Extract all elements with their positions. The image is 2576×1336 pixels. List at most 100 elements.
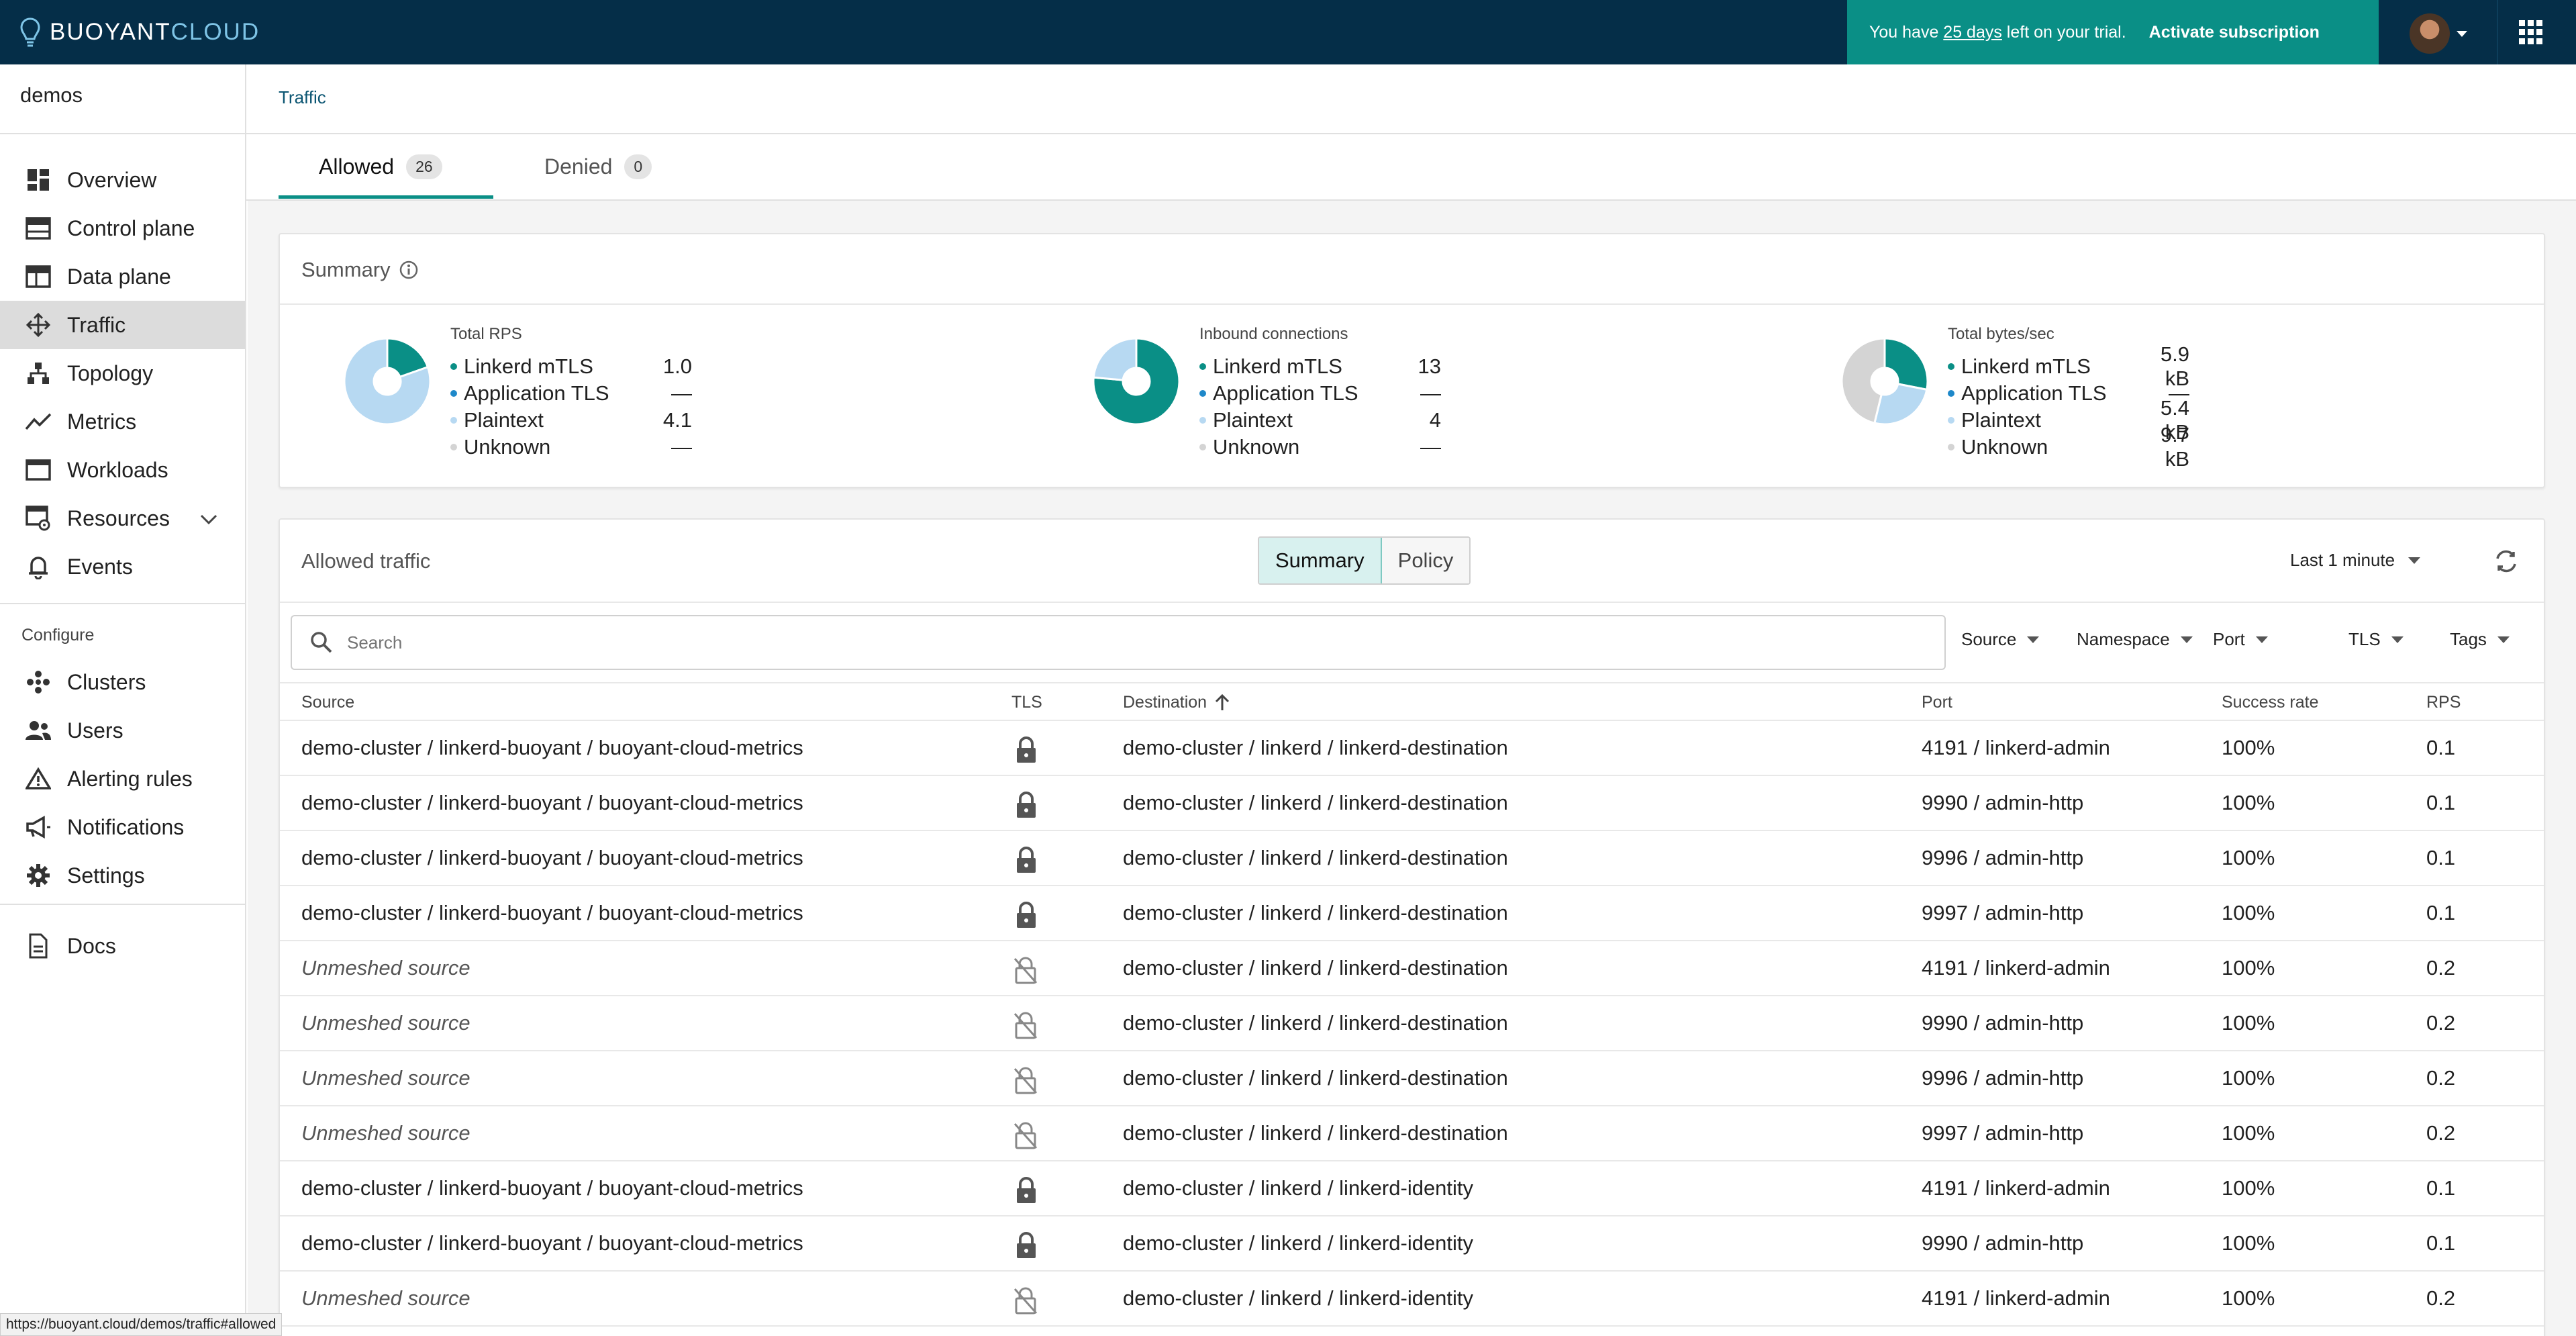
port-cell: 9990 / admin-http [1922,1231,2084,1255]
refresh-icon[interactable] [2491,546,2521,576]
breadcrumb[interactable]: Traffic [279,87,326,108]
column-header-tls[interactable]: TLS [1011,683,1042,721]
app-launcher-grid-icon[interactable] [2519,20,2543,44]
port-cell: 9990 / admin-http [1922,791,2084,814]
count-badge: 0 [624,154,652,179]
table-row[interactable]: demo-cluster / linkerd-buoyant / buoyant… [280,1161,2544,1216]
table-row[interactable]: Unmeshed source demo-cluster / linkerd / … [280,941,2544,996]
sidebar-item-topology[interactable]: Topology [0,349,245,397]
table-row[interactable]: demo-cluster / linkerd-buoyant / buoyant… [280,721,2544,776]
info-icon[interactable] [399,260,419,280]
sidebar-item-notifications[interactable]: Notifications [0,803,245,851]
source-cell: Unmeshed source [301,1286,470,1310]
lock-icon [1014,1231,1038,1263]
table-row[interactable]: Unmeshed source demo-cluster / linkerd / … [280,1051,2544,1106]
chevron-down-icon[interactable] [199,506,218,531]
legend-dot [1948,417,1954,424]
search-icon [311,632,332,653]
success-rate-cell: 100% [2222,956,2275,980]
success-rate-cell: 100% [2222,846,2275,869]
table-row[interactable]: demo-cluster / linkerd-buoyant / buoyant… [280,831,2544,886]
source-cell: Unmeshed source [301,1011,470,1035]
column-header-source[interactable]: Source [301,683,354,721]
lock-icon [1014,846,1038,877]
sidebar-item-data-plane[interactable]: Data plane [0,252,245,301]
sidebar-item-docs[interactable]: Docs [0,922,245,970]
tab-label: Allowed [319,154,395,179]
sidebar-item-label: Settings [67,863,145,888]
filter-namespace-select[interactable]: Namespace [2077,629,2193,650]
sidebar-item-traffic[interactable]: Traffic [0,301,245,349]
topbar-divider [2497,0,2498,64]
pie-slice[interactable] [1840,337,1886,424]
sidebar-item-control-plane[interactable]: Control plane [0,204,245,252]
table-row[interactable]: Unmeshed source demo-cluster / linkerd / … [280,1106,2544,1161]
sidebar-item-resources[interactable]: Resources [0,494,245,542]
policy-view-button[interactable]: Policy [1381,538,1470,583]
table-row[interactable]: demo-cluster / linkerd-buoyant / buoyant… [280,886,2544,941]
document-icon [24,932,52,960]
table-row[interactable]: demo-cluster / linkerd-buoyant / buoyant… [280,1216,2544,1272]
legend-dot [450,390,457,397]
destination-cell: demo-cluster / linkerd / linkerd-destina… [1123,956,1508,980]
sidebar-item-settings[interactable]: Settings [0,851,245,900]
unlocked-icon [1013,956,1038,988]
gear-icon [24,861,52,890]
pie-slice[interactable] [1092,337,1138,381]
filter-label: Source [1961,629,2017,649]
summary-title-text: Summary [301,258,391,281]
table-row[interactable]: demo-cluster / linkerd-buoyant / buoyant… [280,776,2544,831]
brand-name: BUOYANTCLOUD [50,19,260,46]
sidebar-item-workloads[interactable]: Workloads [0,446,245,494]
sidebar-item-alerting-rules[interactable]: Alerting rules [0,755,245,803]
filter-port-select[interactable]: Port [2213,629,2268,650]
metric-legend: Linkerd mTLS 13 Application TLS — Plaintext 4… [1199,353,1441,461]
filter-tls-select[interactable]: TLS [2348,629,2404,650]
metric-total-rps: Total RPS Linkerd mTLS 1.0 Application TLS —… [343,325,692,461]
legend-row: Linkerd mTLS 5.9 kB [1948,342,2189,390]
column-header-port[interactable]: Port [1922,683,1952,721]
column-header-rps[interactable]: RPS [2426,683,2461,721]
summary-view-button[interactable]: Summary [1259,538,1382,583]
brand-part2: CLOUD [170,19,260,45]
search-input[interactable] [347,632,1891,653]
metrics-icon [24,408,52,436]
sidebar-item-metrics[interactable]: Metrics [0,397,245,446]
filter-tags-select[interactable]: Tags [2450,629,2510,650]
metric-title: Inbound connections [1199,325,1348,343]
sidebar-item-clusters[interactable]: Clusters [0,658,245,706]
column-header-destination[interactable]: Destination [1123,683,1231,721]
clusters-icon [24,668,52,696]
column-header-label: Destination [1123,693,1207,712]
tab-allowed[interactable]: Allowed 26 [319,134,442,199]
org-name[interactable]: demos [20,83,83,107]
column-header-success-rate[interactable]: Success rate [2222,683,2319,721]
table-row[interactable]: Unmeshed source demo-cluster / linkerd / … [280,1272,2544,1327]
table-row[interactable]: Unmeshed source demo-cluster / linkerd / … [280,996,2544,1051]
avatar[interactable] [2410,13,2450,54]
brand-logo[interactable]: BUOYANTCLOUD [20,0,260,64]
filter-label: Port [2213,629,2245,649]
activate-subscription-link[interactable]: Activate subscription [2149,23,2320,42]
lock-icon [1014,901,1038,933]
unlocked-icon [1013,1066,1038,1098]
user-menu[interactable] [2410,13,2467,54]
metric-title: Total RPS [450,325,522,343]
pie-slice[interactable] [1873,383,1928,426]
sidebar-item-label: Topology [67,361,154,385]
time-range-select[interactable]: Last 1 minute [2290,550,2421,571]
sidebar-item-users[interactable]: Users [0,706,245,755]
sidebar-item-events[interactable]: Events [0,542,245,591]
filter-source-select[interactable]: Source [1961,629,2040,650]
legend-label: Unknown [1213,435,1300,459]
rps-cell: 0.1 [2426,1231,2456,1255]
filter-label: Tags [2450,629,2487,649]
rps-cell: 0.2 [2426,1066,2456,1090]
warning-icon [24,765,52,793]
allowed-traffic-card: Allowed traffic Summary Policy Last 1 mi… [279,518,2545,1336]
tab-denied[interactable]: Denied 0 [544,134,652,199]
pie-slice[interactable] [1883,337,1929,391]
success-rate-cell: 100% [2222,901,2275,924]
success-rate-cell: 100% [2222,1011,2275,1035]
sidebar-item-overview[interactable]: Overview [0,156,245,204]
